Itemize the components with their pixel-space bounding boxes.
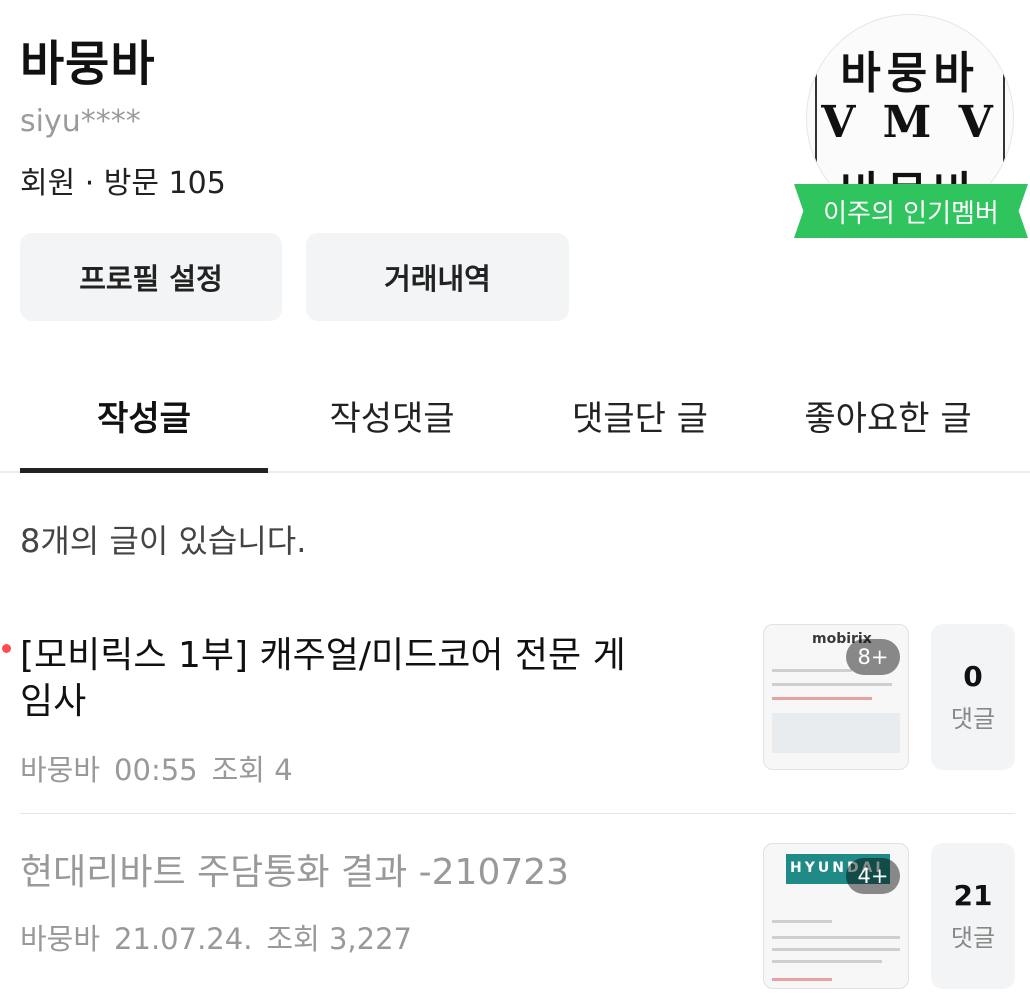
thumbnail-text-line (772, 960, 882, 963)
post-views: 조회 3,227 (266, 922, 413, 956)
thumbnail-text-line (772, 683, 892, 686)
profile-user-id: siyu**** (20, 104, 141, 139)
post-author: 바뭉바 (20, 922, 101, 956)
thumbnail-text-line (772, 669, 852, 672)
comment-count: 0 (963, 660, 983, 693)
thumbnail-text-line (772, 978, 832, 981)
tab-liked-posts[interactable]: 좋아요한 글 (764, 360, 1012, 470)
comment-label: 댓글 (950, 705, 996, 733)
comment-count-box[interactable]: 0 댓글 (931, 624, 1015, 770)
post-title[interactable]: [모비릭스 1부] 캐주얼/미드코어 전문 게임사 (20, 633, 650, 725)
post-views: 조회 4 (211, 753, 293, 787)
avatar-text-row: V M V (821, 97, 999, 148)
tab-commented-posts[interactable]: 댓글단 글 (516, 360, 764, 470)
comment-count: 21 (953, 879, 993, 912)
post-count: 8개의 글이 있습니다. (20, 522, 307, 560)
comment-label: 댓글 (950, 924, 996, 952)
popular-member-badge: 이주의 인기멤버 (794, 184, 1028, 238)
profile-name: 바뭉바 (20, 36, 156, 92)
post-title[interactable]: 현대리바트 주담통화 결과 -210723 (20, 850, 650, 896)
image-count-badge: 8+ (846, 639, 900, 675)
thumbnail-text-line (772, 948, 900, 951)
profile-meta: 회원 · 방문 105 (20, 166, 226, 201)
post-author: 바뭉바 (20, 753, 101, 787)
unread-dot (2, 644, 11, 653)
post-time: 00:55 (114, 753, 198, 787)
post-thumbnail[interactable]: HYUNDAI 4+ (763, 843, 909, 989)
image-count-badge: 4+ (846, 858, 900, 894)
comment-count-box[interactable]: 21 댓글 (931, 843, 1015, 989)
thumbnail-table (772, 713, 900, 753)
profile-settings-button[interactable]: 프로필 설정 (20, 233, 282, 321)
tab-written-comments[interactable]: 작성댓글 (268, 360, 516, 470)
post-meta: 바뭉바 21.07.24. 조회 3,227 (20, 916, 426, 958)
thumbnail-text-line (772, 920, 832, 923)
post-thumbnail[interactable]: mobirix 8+ (763, 624, 909, 770)
row-divider (20, 813, 1015, 814)
post-meta: 바뭉바 00:55 조회 4 (20, 747, 307, 789)
post-time: 21.07.24. (114, 922, 253, 956)
thumbnail-text-line (772, 936, 900, 939)
transaction-history-button[interactable]: 거래내역 (306, 233, 569, 321)
avatar-text-row: 바뭉바 (840, 48, 980, 99)
tab-bar: 작성글 작성댓글 댓글단 글 좋아요한 글 (0, 360, 1030, 472)
tab-written-posts[interactable]: 작성글 (20, 360, 268, 470)
thumbnail-text-line (772, 697, 872, 700)
active-tab-indicator (20, 468, 268, 473)
